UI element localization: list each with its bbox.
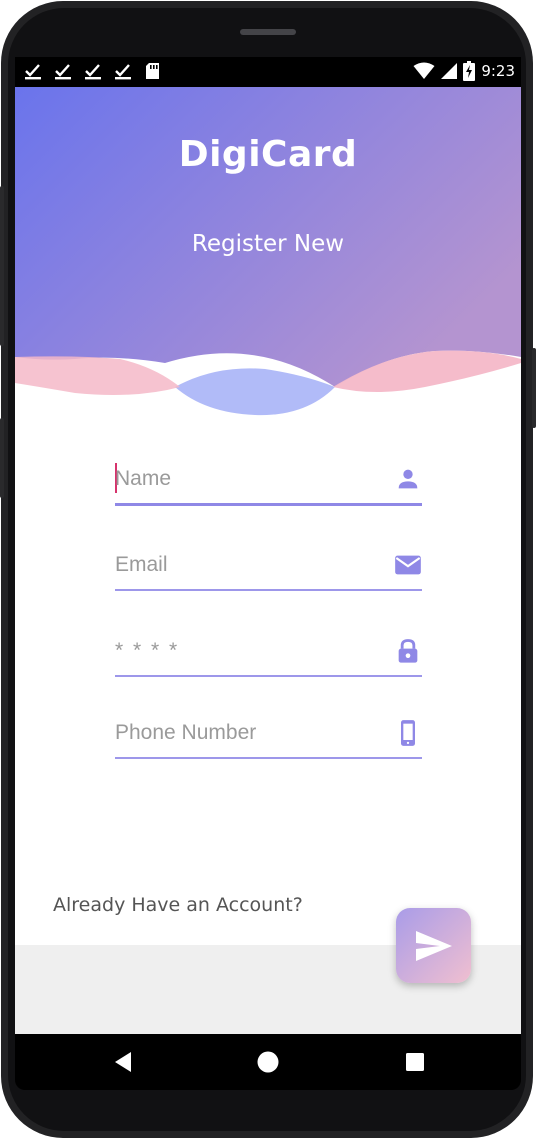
sd-card-icon bbox=[146, 63, 159, 79]
app-screen: 9:23 DigiCard Register New Name Email * … bbox=[15, 57, 521, 1034]
wifi-icon bbox=[413, 62, 435, 79]
app-title: DigiCard bbox=[178, 134, 358, 175]
email-input[interactable] bbox=[115, 547, 375, 583]
phone-frame: 9:23 DigiCard Register New Name Email * … bbox=[0, 0, 536, 1140]
battery-charging-icon bbox=[463, 61, 476, 81]
back-icon[interactable] bbox=[111, 1050, 135, 1074]
power-button-left bbox=[0, 418, 4, 498]
download-done-icon bbox=[55, 64, 71, 80]
home-icon[interactable] bbox=[256, 1050, 280, 1074]
power-button-right bbox=[532, 348, 536, 428]
clock: 9:23 bbox=[481, 62, 515, 80]
system-status: 9:23 bbox=[413, 61, 515, 81]
mail-icon bbox=[395, 555, 421, 575]
wave-blue bbox=[175, 368, 335, 416]
download-done-icon bbox=[25, 64, 41, 80]
register-button[interactable] bbox=[396, 908, 471, 983]
download-done-icon bbox=[115, 64, 131, 80]
name-field[interactable] bbox=[115, 457, 422, 506]
phone-field[interactable] bbox=[115, 711, 422, 759]
page-subtitle: Register New bbox=[191, 231, 345, 257]
earpiece-speaker bbox=[240, 29, 296, 35]
header-banner: DigiCard Register New bbox=[15, 87, 521, 417]
name-input[interactable] bbox=[115, 461, 375, 497]
cell-signal-icon bbox=[441, 63, 458, 79]
navigation-bar bbox=[15, 1034, 521, 1090]
wave-pink-left bbox=[15, 356, 180, 395]
send-icon bbox=[415, 930, 452, 961]
status-bar: 9:23 bbox=[15, 57, 521, 87]
notification-icons bbox=[24, 62, 162, 80]
download-done-icon bbox=[85, 64, 101, 80]
password-field[interactable] bbox=[115, 629, 422, 677]
smartphone-icon bbox=[401, 720, 415, 746]
email-field[interactable] bbox=[115, 543, 422, 591]
lock-icon bbox=[398, 639, 418, 663]
volume-button bbox=[0, 186, 4, 346]
person-icon bbox=[398, 469, 418, 489]
phone-input[interactable] bbox=[115, 715, 375, 751]
recents-icon[interactable] bbox=[403, 1050, 427, 1074]
password-input[interactable] bbox=[115, 633, 375, 669]
login-link[interactable]: Already Have an Account? bbox=[53, 894, 303, 916]
